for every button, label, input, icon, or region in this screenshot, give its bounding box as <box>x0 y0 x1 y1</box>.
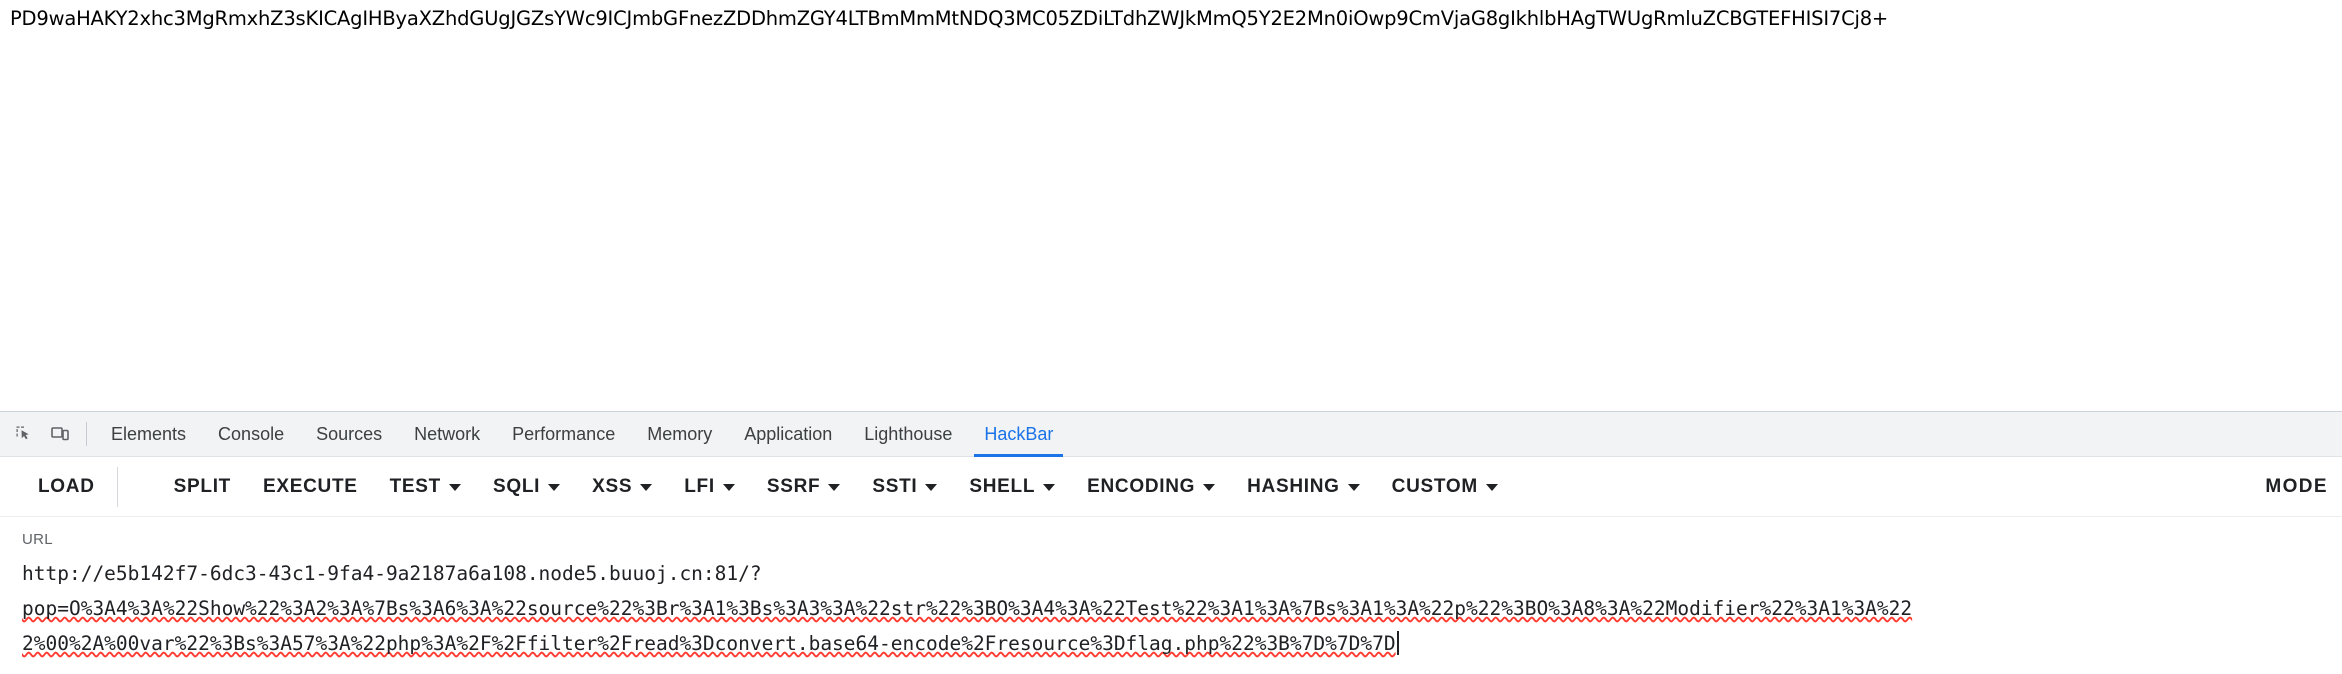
tab-label: HackBar <box>984 423 1054 444</box>
hackbar-toolbar: LOAD SPLIT EXECUTE TEST SQLI XSS LFI SSR… <box>0 457 2342 517</box>
browser-window: PD9waHAKY2xhc3MgRmxhZ3sKICAgIHByaXZhdGUg… <box>0 0 2342 674</box>
tab-label: Console <box>218 423 285 444</box>
chevron-down-icon <box>828 484 841 491</box>
mode-button[interactable]: MODE <box>2265 476 2332 498</box>
tab-label: Application <box>744 423 833 444</box>
toolbar-divider <box>86 422 87 446</box>
button-label: SQLI <box>492 475 541 497</box>
tab-label: Sources <box>316 423 383 444</box>
tab-hackbar[interactable]: HackBar <box>968 412 1069 457</box>
url-section: URL http://e5b142f7-6dc3-43c1-9fa4-9a218… <box>0 517 2342 661</box>
button-label: SSRF <box>766 475 821 497</box>
button-label: SPLIT <box>173 475 231 497</box>
device-toolbar-icon[interactable] <box>42 416 78 452</box>
url-line-3: 2%00%2A%00var%22%3Bs%3A57%3A%22php%3A%2F… <box>22 632 1396 655</box>
url-field-label: URL <box>22 531 53 548</box>
tab-console[interactable]: Console <box>202 412 300 457</box>
chevron-down-icon <box>448 484 461 491</box>
custom-menu-button[interactable]: CUSTOM <box>1376 466 1514 508</box>
page-base64-text: PD9waHAKY2xhc3MgRmxhZ3sKICAgIHByaXZhdGUg… <box>10 7 1889 30</box>
tab-label: Performance <box>512 423 616 444</box>
text-cursor <box>1396 631 1399 655</box>
sqli-menu-button[interactable]: SQLI <box>477 466 576 508</box>
test-menu-button[interactable]: TEST <box>374 466 477 508</box>
load-dropdown-caret-icon[interactable] <box>124 466 158 508</box>
button-label: SSTI <box>872 475 918 497</box>
inspect-element-icon[interactable] <box>6 416 42 452</box>
tab-sources[interactable]: Sources <box>300 412 398 457</box>
chevron-down-icon <box>1203 484 1216 491</box>
execute-button[interactable]: EXECUTE <box>247 466 374 508</box>
tab-label: Memory <box>647 423 713 444</box>
button-label: TEST <box>389 475 441 497</box>
tab-lighthouse[interactable]: Lighthouse <box>848 412 968 457</box>
chevron-down-icon <box>1347 484 1360 491</box>
tab-application[interactable]: Application <box>728 412 848 457</box>
button-label: XSS <box>592 475 633 497</box>
chevron-down-icon <box>640 484 653 491</box>
url-input[interactable]: http://e5b142f7-6dc3-43c1-9fa4-9a2187a6a… <box>22 556 2320 661</box>
url-line-2: pop=O%3A4%3A%22Show%22%3A2%3A%7Bs%3A6%3A… <box>22 597 1913 620</box>
devtools-tab-list: Elements Console Sources Network Perform… <box>95 412 1069 457</box>
button-label: SHELL <box>969 475 1036 497</box>
tab-label: Lighthouse <box>864 423 953 444</box>
tab-elements[interactable]: Elements <box>95 412 202 457</box>
button-label: CUSTOM <box>1391 475 1478 497</box>
shell-menu-button[interactable]: SHELL <box>953 466 1071 508</box>
devtools-panel: Elements Console Sources Network Perform… <box>0 411 2342 674</box>
tab-label: Elements <box>111 423 187 444</box>
lfi-menu-button[interactable]: LFI <box>668 466 751 508</box>
button-label: HASHING <box>1247 475 1340 497</box>
button-label: EXECUTE <box>262 475 358 497</box>
chevron-down-icon <box>1043 484 1056 491</box>
chevron-down-icon <box>722 484 735 491</box>
xss-menu-button[interactable]: XSS <box>576 466 668 508</box>
tab-label: Network <box>414 423 481 444</box>
split-button[interactable]: SPLIT <box>158 466 247 508</box>
tab-memory[interactable]: Memory <box>631 412 728 457</box>
ssrf-menu-button[interactable]: SSRF <box>751 466 856 508</box>
ssti-menu-button[interactable]: SSTI <box>856 466 953 508</box>
devtools-tabbar: Elements Console Sources Network Perform… <box>0 412 2342 457</box>
url-line-1: http://e5b142f7-6dc3-43c1-9fa4-9a2187a6a… <box>22 562 762 585</box>
button-label: LFI <box>684 475 715 497</box>
chevron-down-icon <box>548 484 561 491</box>
button-label: ENCODING <box>1087 475 1196 497</box>
chevron-down-icon <box>1485 484 1498 491</box>
page-viewport: PD9waHAKY2xhc3MgRmxhZ3sKICAgIHByaXZhdGUg… <box>0 0 2342 411</box>
hashing-menu-button[interactable]: HASHING <box>1231 466 1376 508</box>
tab-network[interactable]: Network <box>398 412 496 457</box>
button-label: LOAD <box>38 475 95 497</box>
load-split-divider <box>116 466 118 507</box>
load-button[interactable]: LOAD <box>22 466 111 508</box>
encoding-menu-button[interactable]: ENCODING <box>1071 466 1231 508</box>
tab-performance[interactable]: Performance <box>496 412 631 457</box>
chevron-down-icon <box>925 484 938 491</box>
